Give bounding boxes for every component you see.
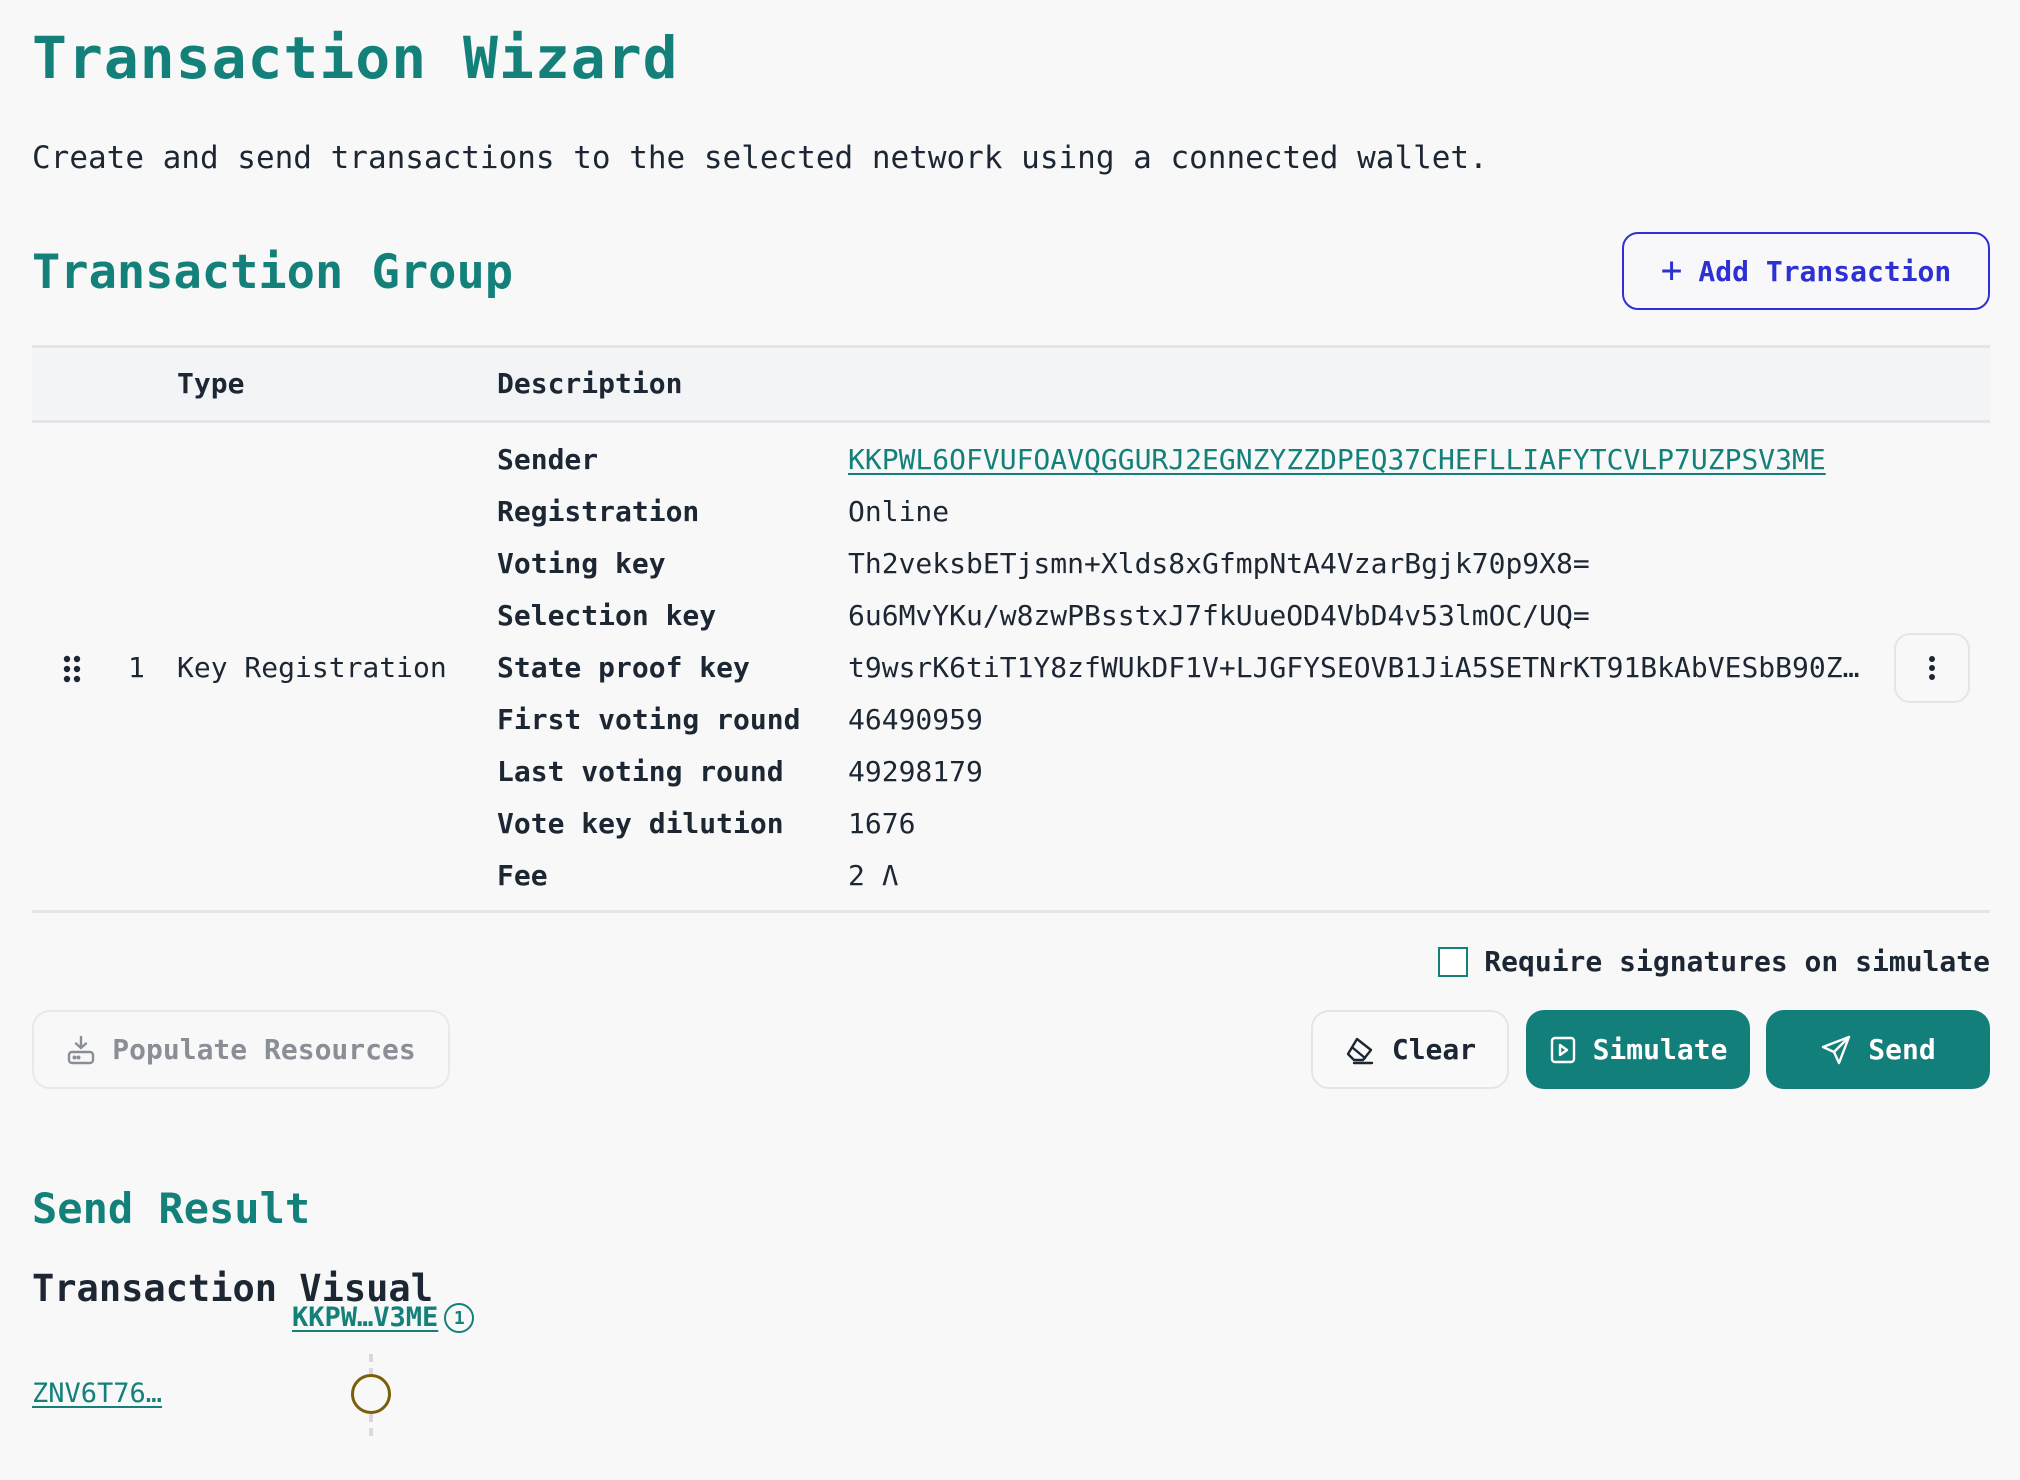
field-value-fee: 2 Ʌ: [848, 859, 899, 892]
field-label-selection-key: Selection key: [497, 599, 717, 632]
field-value-registration: Online: [848, 495, 950, 528]
clear-button[interactable]: Clear: [1311, 1010, 1509, 1089]
account-count-badge: 1: [444, 1303, 475, 1333]
field-label-state-proof-key: State proof key: [497, 651, 750, 684]
transaction-visual-graph: [351, 1354, 391, 1436]
field-value-vote-key-dilution: 1676: [848, 807, 916, 840]
drag-handle-icon[interactable]: [62, 654, 82, 684]
sender-address-link[interactable]: KKPWL6OFVUFOAVQGGURJ2EGNZYZZDPEQ37CHEFLL…: [848, 442, 1826, 478]
row-actions-button[interactable]: [1894, 633, 1970, 703]
field-label-sender: Sender: [497, 443, 599, 476]
require-signatures-label[interactable]: Require signatures on simulate: [1484, 944, 1990, 980]
keyreg-node-circle[interactable]: [351, 1374, 391, 1414]
require-signatures-checkbox[interactable]: [1438, 947, 1469, 977]
visual-transaction-id-link[interactable]: ZNV6T76…: [32, 1376, 162, 1412]
add-transaction-button[interactable]: + Add Transaction: [1622, 232, 1990, 310]
field-label-vote-key-dilution: Vote key dilution: [497, 807, 784, 840]
field-value-selection-key: 6u6MvYKu/w8zwPBsstxJ7fkUueOD4VbD4v53lmOC…: [848, 599, 1590, 632]
send-button[interactable]: Send: [1766, 1010, 1990, 1089]
simulate-label: Simulate: [1592, 1033, 1728, 1066]
send-label: Send: [1868, 1033, 1936, 1066]
more-vertical-icon: [1929, 656, 1935, 680]
field-value-voting-key: Th2veksbETjsmn+Xlds8xGfmpNtA4VzarBgjk70p…: [848, 547, 1590, 580]
row-type: Key Registration: [177, 651, 447, 684]
table-divider: [32, 910, 1990, 913]
field-label-voting-key: Voting key: [497, 547, 666, 580]
row-index: 1: [128, 651, 145, 684]
send-result-heading: Send Result: [32, 1184, 311, 1233]
page-subtitle: Create and send transactions to the sele…: [32, 140, 1488, 176]
page-title: Transaction Wizard: [32, 24, 679, 92]
field-label-registration: Registration: [497, 495, 700, 528]
field-label-last-voting-round: Last voting round: [497, 755, 784, 788]
visual-account-link[interactable]: KKPW…V3ME: [292, 1300, 438, 1336]
play-square-icon: [1550, 1036, 1575, 1063]
column-header-description: Description: [497, 367, 683, 400]
table-header: Type Description: [32, 345, 1990, 423]
simulate-button[interactable]: Simulate: [1526, 1010, 1750, 1089]
transaction-group-heading: Transaction Group: [32, 245, 514, 300]
column-header-type: Type: [177, 367, 245, 400]
field-value-last-voting-round: 49298179: [848, 755, 983, 788]
field-value-first-voting-round: 46490959: [848, 703, 983, 736]
plus-icon: +: [1660, 250, 1683, 291]
clear-label: Clear: [1391, 1033, 1477, 1066]
field-label-fee: Fee: [497, 859, 548, 892]
field-value-state-proof-key: t9wsrK6tiT1Y8zfWUkDF1V+LJGFYSEOVB1JiA5SE…: [848, 651, 1860, 684]
visual-account-header: KKPW…V3ME 1: [292, 1300, 475, 1336]
field-label-first-voting-round: First voting round: [497, 703, 801, 736]
eraser-icon: [1346, 1037, 1374, 1064]
populate-resources-label: Populate Resources: [112, 1033, 416, 1066]
send-icon: [1822, 1035, 1851, 1064]
download-tray-icon: [68, 1035, 95, 1064]
require-signatures-option: Require signatures on simulate: [1438, 944, 1990, 980]
add-transaction-label: Add Transaction: [1698, 254, 1952, 288]
populate-resources-button[interactable]: Populate Resources: [32, 1010, 450, 1089]
